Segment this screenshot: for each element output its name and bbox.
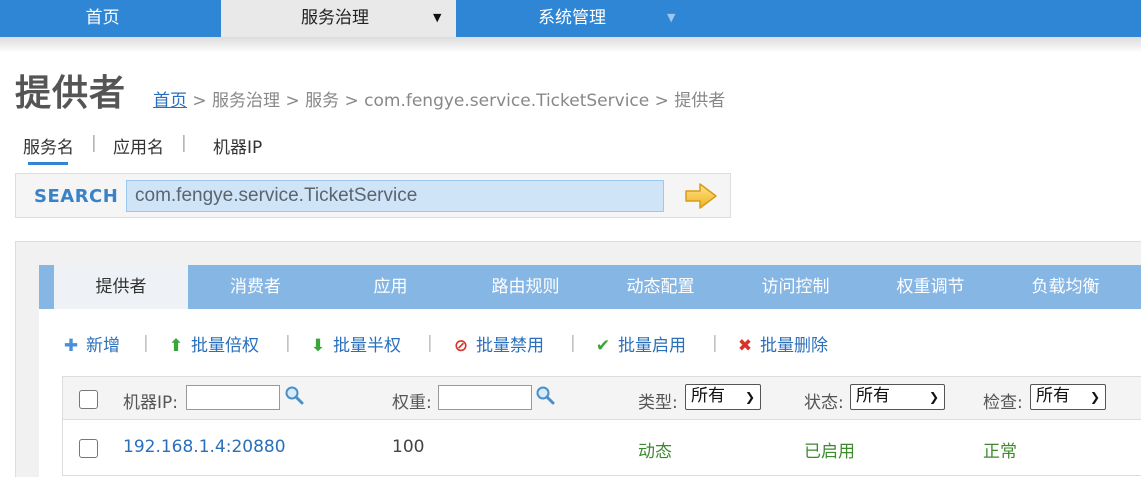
tab-consumers[interactable]: 消费者 xyxy=(188,265,323,309)
search-icon[interactable] xyxy=(284,385,304,405)
chevron-down-icon: ❯ xyxy=(744,390,755,404)
enable-label: 批量启用 xyxy=(618,336,686,356)
disable-label: 批量禁用 xyxy=(476,336,544,356)
tab-load-balance[interactable]: 负载均衡 xyxy=(998,265,1133,309)
nav-item-home[interactable]: 首页 xyxy=(0,0,205,37)
breadcrumb-home-link[interactable]: 首页 xyxy=(153,91,187,111)
forbid-icon: ⊘ xyxy=(453,336,469,356)
active-tab-underline xyxy=(28,162,68,165)
tab-dynamic-config[interactable]: 动态配置 xyxy=(593,265,728,309)
type-filter-select[interactable]: 所有 ❯ xyxy=(685,384,761,410)
check-filter-select[interactable]: 所有 ❯ xyxy=(1030,384,1106,410)
search-icon[interactable] xyxy=(535,385,555,405)
delete-button[interactable]: ✖ 批量删除 xyxy=(736,331,828,356)
check-cell: 正常 xyxy=(983,442,1017,462)
tab-applications[interactable]: 应用 xyxy=(323,265,458,309)
disable-button[interactable]: ⊘ 批量禁用 xyxy=(452,331,544,356)
select-all-checkbox[interactable] xyxy=(79,390,98,409)
ip-filter-label: 机器IP: xyxy=(123,393,178,413)
type-cell: 动态 xyxy=(638,442,672,462)
half-weight-label: 批量半权 xyxy=(333,336,401,356)
delete-icon: ✖ xyxy=(737,336,753,356)
half-weight-button[interactable]: ⬇ 批量半权 xyxy=(309,331,401,356)
chevron-down-icon: ❯ xyxy=(928,390,939,404)
table-header: 机器IP: 权重: 类型: 所有 ❯ 状态: 所有 ❯ 检查: 所有 ❯ xyxy=(62,376,1141,420)
nav-item-label: 系统管理 xyxy=(538,8,606,28)
nav-item-service-governance[interactable]: 服务治理 ▼ xyxy=(221,0,456,37)
nav-item-system-management[interactable]: 系统管理 ▼ xyxy=(456,0,696,37)
breadcrumb-path: > 服务治理 > 服务 > com.fengye.service.TicketS… xyxy=(187,91,726,111)
chevron-down-icon: ▼ xyxy=(667,11,676,24)
table-row: 192.168.1.4:20880 100 动态 已启用 正常 xyxy=(62,420,1141,476)
double-weight-label: 批量倍权 xyxy=(191,336,259,356)
tab-separator: | xyxy=(181,133,187,153)
enable-button[interactable]: ✔ 批量启用 xyxy=(594,331,686,356)
arrow-right-icon[interactable] xyxy=(684,181,718,211)
chevron-down-icon: ▼ xyxy=(433,11,442,24)
weight-filter-input[interactable] xyxy=(438,385,532,410)
toolbar-separator: | xyxy=(570,333,576,353)
status-filter-select[interactable]: 所有 ❯ xyxy=(850,384,945,410)
tab-separator: | xyxy=(91,133,97,153)
status-cell: 已启用 xyxy=(804,442,855,462)
tab-bar: 提供者 消费者 应用 路由规则 动态配置 访问控制 权重调节 负载均衡 xyxy=(39,265,1141,309)
toolbar-separator: | xyxy=(285,333,291,353)
add-button[interactable]: ✚ 新增 xyxy=(62,331,120,356)
add-button-label: 新增 xyxy=(86,336,120,356)
toolbar-separator: | xyxy=(143,333,149,353)
nav-shadow xyxy=(0,37,1141,53)
page-title: 提供者 xyxy=(15,73,127,114)
toolbar-separator: | xyxy=(427,333,433,353)
row-checkbox[interactable] xyxy=(79,439,98,458)
arrow-down-icon: ⬇ xyxy=(310,336,326,356)
tab-weight-adjust[interactable]: 权重调节 xyxy=(863,265,998,309)
ip-filter-input[interactable] xyxy=(186,385,280,410)
top-nav: 首页 服务治理 ▼ 系统管理 ▼ xyxy=(0,0,1141,37)
check-icon: ✔ xyxy=(595,336,611,356)
search-bar: SEARCH xyxy=(15,173,731,218)
search-label: SEARCH xyxy=(34,186,119,207)
plus-icon: ✚ xyxy=(63,336,79,356)
search-tab-machine-ip[interactable]: 机器IP xyxy=(213,133,262,158)
status-filter-value: 所有 xyxy=(856,386,890,406)
weight-cell: 100 xyxy=(392,437,425,457)
toolbar-separator: | xyxy=(712,333,718,353)
search-tab-service-name[interactable]: 服务名 xyxy=(23,133,74,158)
check-filter-value: 所有 xyxy=(1036,386,1070,406)
double-weight-button[interactable]: ⬆ 批量倍权 xyxy=(167,331,259,356)
check-filter-label: 检查: xyxy=(983,393,1023,413)
arrow-up-icon: ⬆ xyxy=(168,336,184,356)
search-input[interactable] xyxy=(126,180,664,212)
provider-address-link[interactable]: 192.168.1.4:20880 xyxy=(123,437,286,457)
chevron-down-icon: ❯ xyxy=(1089,390,1100,404)
nav-item-label: 服务治理 xyxy=(301,8,369,28)
delete-label: 批量删除 xyxy=(760,336,828,356)
status-filter-label: 状态: xyxy=(804,393,844,413)
breadcrumb: 首页 > 服务治理 > 服务 > com.fengye.service.Tick… xyxy=(153,86,725,111)
tab-providers[interactable]: 提供者 xyxy=(54,265,188,309)
tab-access-control[interactable]: 访问控制 xyxy=(728,265,863,309)
tab-routing-rules[interactable]: 路由规则 xyxy=(458,265,593,309)
search-tab-application-name[interactable]: 应用名 xyxy=(113,133,164,158)
type-filter-label: 类型: xyxy=(638,393,678,413)
type-filter-value: 所有 xyxy=(691,386,725,406)
weight-filter-label: 权重: xyxy=(392,393,432,413)
